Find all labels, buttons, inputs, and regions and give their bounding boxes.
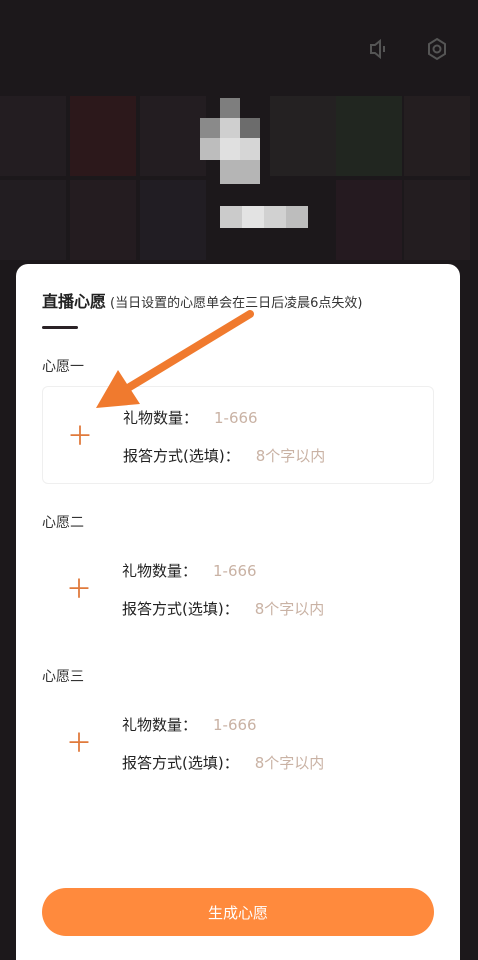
add-gift-button[interactable]: ＋	[62, 724, 96, 759]
reply-label: 报答方式(选填)：	[122, 600, 239, 618]
reply-label: 报答方式(选填)：	[123, 447, 240, 465]
background-tile	[140, 96, 206, 176]
reply-input[interactable]	[254, 753, 395, 772]
gift-count-field: 礼物数量：	[122, 714, 354, 735]
add-gift-button[interactable]: ＋	[62, 570, 96, 605]
add-gift-button[interactable]: ＋	[63, 417, 97, 452]
wish-label: 心愿二	[42, 515, 84, 531]
sheet-title: 直播心愿	[42, 292, 107, 311]
reply-field: 报答方式(选填)：	[123, 445, 396, 466]
wish-card: ＋ 礼物数量： 报答方式(选填)：	[42, 540, 434, 638]
background-tile	[0, 180, 66, 260]
wish-card: ＋ 礼物数量： 报答方式(选填)：	[42, 694, 434, 792]
gift-count-input[interactable]	[214, 408, 355, 427]
generate-wish-button[interactable]: 生成心愿	[42, 888, 434, 936]
volume-icon[interactable]	[364, 34, 394, 64]
background-tile	[70, 180, 136, 260]
sheet-subtitle: (当日设置的心愿单会在三日后凌晨6点失效)	[110, 296, 363, 311]
background-tile	[0, 96, 66, 176]
background-tile	[404, 96, 470, 176]
wish-sheet: 直播心愿 (当日设置的心愿单会在三日后凌晨6点失效) 心愿一 ＋ 礼物数量： 报…	[16, 264, 460, 960]
reply-input[interactable]	[254, 599, 395, 618]
background-tile	[404, 180, 470, 260]
reply-label: 报答方式(选填)：	[122, 754, 239, 772]
gift-count-label: 礼物数量：	[123, 409, 199, 427]
background-tile	[270, 96, 336, 176]
gift-count-input[interactable]	[213, 561, 354, 580]
wish-label: 心愿一	[42, 359, 84, 375]
background-tile	[336, 180, 402, 260]
wish-label: 心愿三	[42, 669, 84, 685]
gear-icon[interactable]	[422, 34, 452, 64]
gift-count-label: 礼物数量：	[122, 716, 198, 734]
background-tile	[70, 96, 136, 176]
title-underline	[42, 326, 78, 329]
gift-count-field: 礼物数量：	[122, 560, 354, 581]
wish-card: ＋ 礼物数量： 报答方式(选填)：	[42, 386, 434, 484]
reply-field: 报答方式(选填)：	[122, 752, 395, 773]
gift-count-label: 礼物数量：	[122, 562, 198, 580]
background-tile	[140, 180, 206, 260]
reply-input[interactable]	[255, 446, 396, 465]
reply-field: 报答方式(选填)：	[122, 598, 395, 619]
background-tile	[336, 96, 402, 176]
gift-count-input[interactable]	[213, 715, 354, 734]
gift-count-field: 礼物数量：	[123, 407, 355, 428]
sheet-header: 直播心愿 (当日设置的心愿单会在三日后凌晨6点失效)	[42, 288, 362, 312]
